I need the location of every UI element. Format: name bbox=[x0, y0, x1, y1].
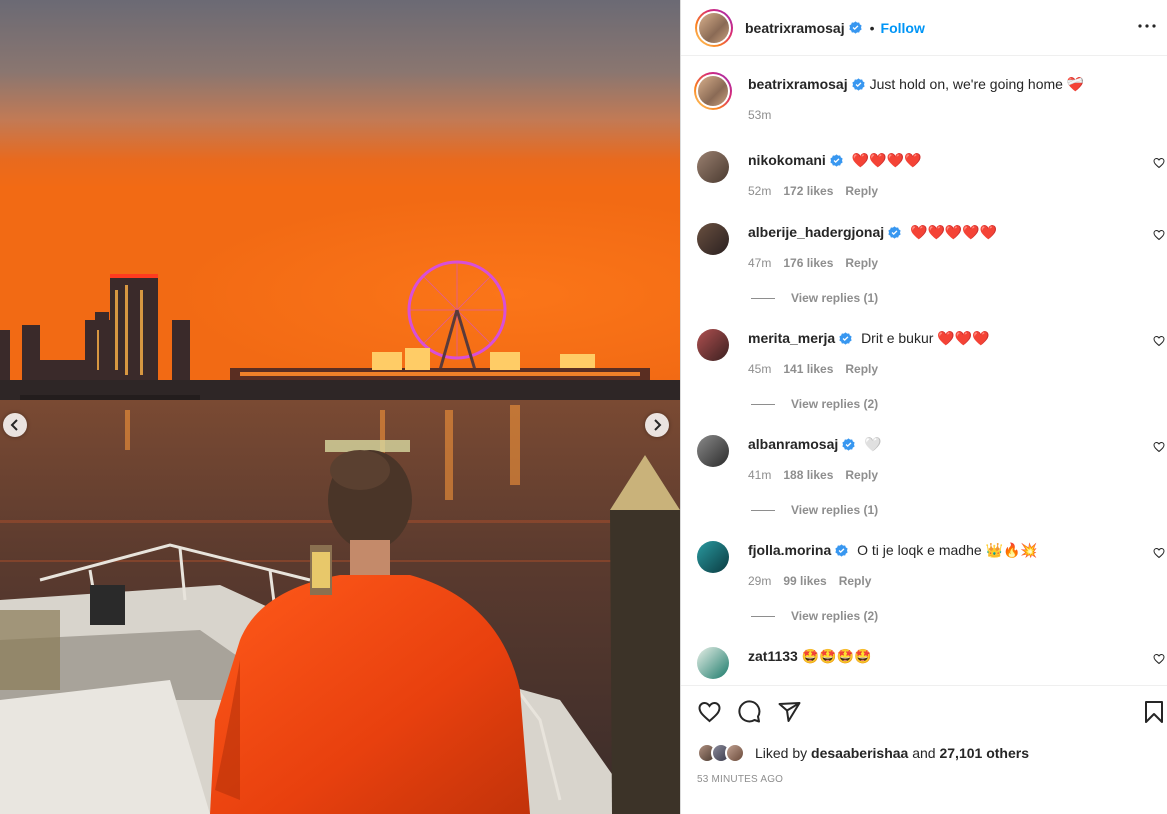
liker-avatars[interactable] bbox=[697, 742, 749, 764]
author-username[interactable]: beatrixramosaj bbox=[745, 20, 845, 36]
comment-likes[interactable]: 176 likes bbox=[783, 256, 833, 270]
comment-emoji: ❤️❤️❤️ bbox=[937, 331, 990, 347]
replies-rule bbox=[751, 509, 775, 511]
commenter-avatar[interactable] bbox=[697, 151, 729, 183]
replies-rule bbox=[751, 297, 775, 299]
previous-photo-button[interactable] bbox=[3, 413, 27, 437]
comment-likes[interactable]: 172 likes bbox=[783, 184, 833, 198]
comment-time: 52m bbox=[748, 184, 772, 198]
post-header: beatrixramosaj • Follow bbox=[681, 0, 1167, 56]
heart-icon[interactable] bbox=[1153, 441, 1165, 453]
post-media[interactable] bbox=[0, 0, 680, 814]
comment-username[interactable]: zat1133 bbox=[748, 648, 798, 664]
post-actions: Liked by desaaberishaa and 27,101 others… bbox=[681, 685, 1167, 814]
caption-emoji: ❤️‍🩹 bbox=[1066, 77, 1085, 93]
commenter-avatar[interactable] bbox=[697, 223, 729, 255]
commenter-avatar[interactable] bbox=[697, 435, 729, 467]
sunset-boat-photo bbox=[0, 0, 680, 814]
heart-icon[interactable] bbox=[1153, 229, 1165, 241]
replies-rule bbox=[751, 403, 775, 405]
verified-icon bbox=[839, 332, 852, 345]
comment-emoji: ❤️❤️❤️❤️❤️ bbox=[910, 225, 998, 241]
comment-time: 47m bbox=[748, 256, 772, 270]
comment-likes[interactable]: 188 likes bbox=[783, 468, 833, 482]
verified-icon bbox=[849, 21, 862, 34]
author-avatar[interactable] bbox=[695, 8, 733, 47]
view-replies-button[interactable]: View replies (1) bbox=[751, 291, 878, 305]
heart-icon[interactable] bbox=[1153, 547, 1165, 559]
comment-text: Drit e bukur bbox=[861, 330, 934, 346]
comment-username[interactable]: fjolla.morina bbox=[748, 542, 831, 558]
replies-rule bbox=[751, 615, 775, 617]
reply-button[interactable]: Reply bbox=[845, 256, 878, 270]
action-bar bbox=[697, 700, 1167, 728]
commenter-avatar[interactable] bbox=[697, 647, 729, 679]
view-replies-button[interactable]: View replies (2) bbox=[751, 609, 878, 623]
comment-username[interactable]: merita_merja bbox=[748, 330, 835, 346]
view-replies-label: View replies (2) bbox=[791, 397, 879, 411]
liked-by-user[interactable]: desaaberishaa bbox=[811, 745, 908, 761]
verified-icon bbox=[852, 78, 865, 91]
commenter-avatar[interactable] bbox=[697, 541, 729, 573]
view-replies-label: View replies (1) bbox=[791, 291, 879, 305]
liked-by-middle: and bbox=[912, 745, 936, 761]
verified-icon bbox=[842, 438, 855, 451]
comment-emoji: 🤩🤩🤩🤩 bbox=[801, 649, 872, 665]
heart-icon[interactable] bbox=[1153, 157, 1165, 169]
share-icon[interactable] bbox=[777, 700, 802, 724]
heart-icon[interactable] bbox=[1153, 335, 1165, 347]
comment-emoji: 🤍 bbox=[864, 437, 882, 453]
reply-button[interactable]: Reply bbox=[845, 184, 878, 198]
comment-time: 41m bbox=[748, 468, 772, 482]
caption-time: 53m bbox=[748, 108, 772, 122]
comments-list[interactable]: beatrixramosaj Just hold on, we're going … bbox=[681, 57, 1167, 685]
liked-by-count[interactable]: 27,101 others bbox=[939, 745, 1029, 761]
comment-emoji: 👑🔥💥 bbox=[985, 543, 1038, 559]
comment-likes[interactable]: 99 likes bbox=[783, 574, 826, 588]
caption-text: Just hold on, we're going home bbox=[869, 76, 1063, 92]
heart-icon[interactable] bbox=[697, 700, 722, 724]
post-side-panel: beatrixramosaj • Follow beatrixramosaj Ju… bbox=[680, 0, 1167, 814]
verified-icon bbox=[835, 544, 848, 557]
reply-button[interactable]: Reply bbox=[845, 362, 878, 376]
more-options-button[interactable] bbox=[1135, 14, 1159, 38]
liked-by: Liked by desaaberishaa and 27,101 others bbox=[697, 742, 1029, 764]
comment-icon[interactable] bbox=[737, 700, 762, 724]
follow-button[interactable]: Follow bbox=[881, 20, 925, 36]
comment-emoji: ❤️❤️❤️❤️ bbox=[851, 153, 922, 169]
comment-username[interactable]: alberije_hadergjonaj bbox=[748, 224, 884, 240]
comment-username[interactable]: nikokomani bbox=[748, 152, 826, 168]
view-replies-label: View replies (2) bbox=[791, 609, 879, 623]
view-replies-button[interactable]: View replies (1) bbox=[751, 503, 878, 517]
separator-dot: • bbox=[869, 19, 875, 36]
caption-avatar[interactable] bbox=[694, 72, 732, 110]
more-icon bbox=[1138, 24, 1156, 28]
view-replies-label: View replies (1) bbox=[791, 503, 879, 517]
chevron-left-icon bbox=[10, 419, 18, 431]
comment-username[interactable]: albanramosaj bbox=[748, 436, 838, 452]
reply-button[interactable]: Reply bbox=[845, 468, 878, 482]
comment-time: 45m bbox=[748, 362, 772, 376]
post-timestamp[interactable]: 53 MINUTES AGO bbox=[697, 774, 783, 785]
verified-icon bbox=[888, 226, 901, 239]
comment-text: O ti je loqk e madhe bbox=[857, 542, 982, 558]
verified-icon bbox=[830, 154, 843, 167]
heart-icon[interactable] bbox=[1153, 653, 1165, 665]
next-photo-button[interactable] bbox=[645, 413, 669, 437]
reply-button[interactable]: Reply bbox=[839, 574, 872, 588]
view-replies-button[interactable]: View replies (2) bbox=[751, 397, 878, 411]
comment-likes[interactable]: 141 likes bbox=[783, 362, 833, 376]
chevron-right-icon bbox=[654, 419, 662, 431]
comment-time: 29m bbox=[748, 574, 772, 588]
commenter-avatar[interactable] bbox=[697, 329, 729, 361]
liked-by-prefix: Liked by bbox=[755, 745, 808, 761]
caption-username[interactable]: beatrixramosaj bbox=[748, 76, 848, 92]
bookmark-icon[interactable] bbox=[1143, 700, 1165, 724]
